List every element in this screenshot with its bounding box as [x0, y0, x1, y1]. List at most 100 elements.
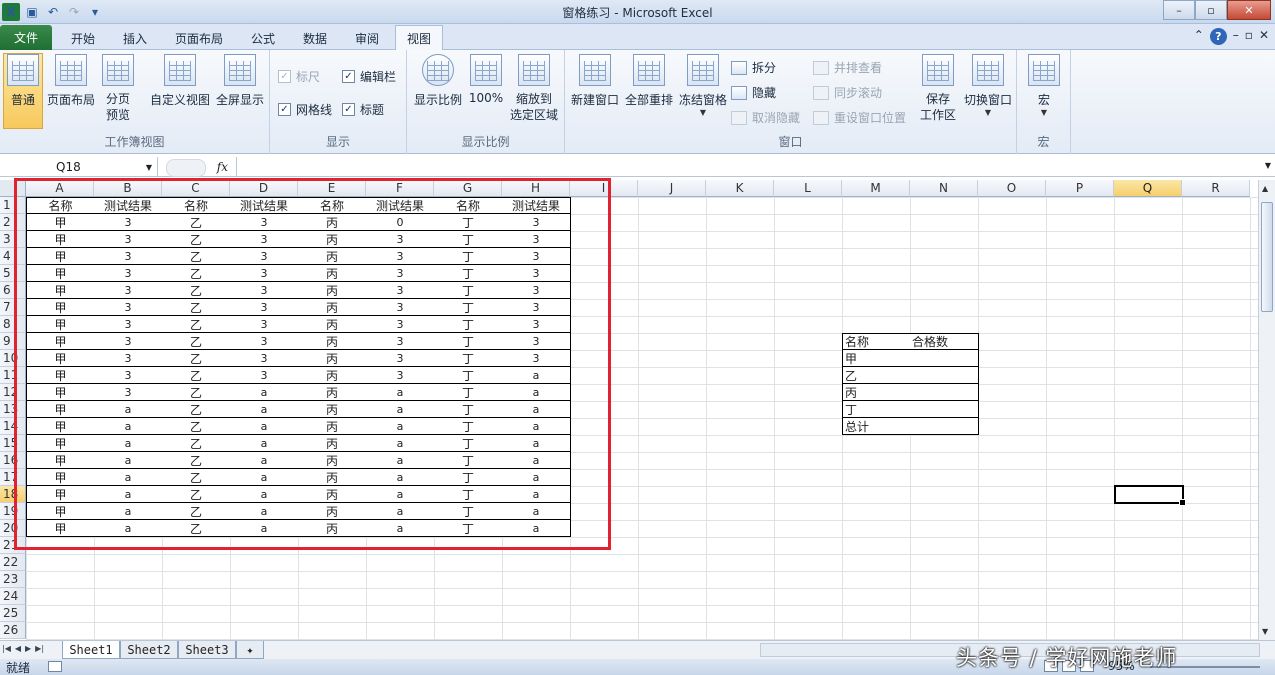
column-header-l[interactable]: L	[774, 180, 842, 197]
column-header-i[interactable]: I	[570, 180, 638, 197]
insert-function-icon[interactable]: fx	[166, 159, 232, 177]
cell-f13[interactable]: a	[366, 401, 435, 418]
expand-formula-bar-icon[interactable]: ▼	[1265, 161, 1271, 170]
tab-data[interactable]: 数据	[290, 27, 340, 50]
cell-b7[interactable]: 3	[94, 299, 163, 316]
last-sheet-icon[interactable]: ▶|	[35, 644, 44, 653]
cell-h14[interactable]: a	[502, 418, 571, 435]
cell-f1[interactable]: 测试结果	[366, 197, 435, 214]
cell-b6[interactable]: 3	[94, 282, 163, 299]
tab-insert[interactable]: 插入	[110, 27, 160, 50]
cell-f11[interactable]: 3	[366, 367, 435, 384]
cell-g11[interactable]: 丁	[434, 367, 503, 384]
cell-c5[interactable]: 乙	[162, 265, 231, 282]
cell-b18[interactable]: a	[94, 486, 163, 503]
minimize-ribbon-icon[interactable]: ⌃	[1194, 28, 1204, 45]
cell-c18[interactable]: 乙	[162, 486, 231, 503]
cell-b14[interactable]: a	[94, 418, 163, 435]
cell-f12[interactable]: a	[366, 384, 435, 401]
row-header-9[interactable]: 9	[0, 333, 26, 350]
page-layout-view-button[interactable]: 页面布局	[46, 54, 96, 108]
cell-a14[interactable]: 甲	[26, 418, 95, 435]
cell-f17[interactable]: a	[366, 469, 435, 486]
cell-g10[interactable]: 丁	[434, 350, 503, 367]
row-header-7[interactable]: 7	[0, 299, 26, 316]
close-button[interactable]: ✕	[1227, 0, 1271, 20]
cell-b20[interactable]: a	[94, 520, 163, 537]
column-header-d[interactable]: D	[230, 180, 298, 197]
cell-n11[interactable]	[910, 367, 979, 384]
cell-g7[interactable]: 丁	[434, 299, 503, 316]
cell-d9[interactable]: 3	[230, 333, 299, 350]
cell-d17[interactable]: a	[230, 469, 299, 486]
cell-b15[interactable]: a	[94, 435, 163, 452]
vertical-scroll-thumb[interactable]	[1261, 202, 1273, 312]
cell-f2[interactable]: 0	[366, 214, 435, 231]
cell-a4[interactable]: 甲	[26, 248, 95, 265]
cell-m14[interactable]: 总计	[842, 418, 911, 435]
cell-c9[interactable]: 乙	[162, 333, 231, 350]
vertical-scrollbar[interactable]: ▲ ▼	[1258, 180, 1275, 640]
cell-e11[interactable]: 丙	[298, 367, 367, 384]
hide-button[interactable]: 隐藏	[731, 84, 776, 101]
cell-c17[interactable]: 乙	[162, 469, 231, 486]
scroll-down-icon[interactable]: ▼	[1262, 627, 1268, 636]
cell-g15[interactable]: 丁	[434, 435, 503, 452]
cell-c3[interactable]: 乙	[162, 231, 231, 248]
row-header-2[interactable]: 2	[0, 214, 26, 231]
row-header-6[interactable]: 6	[0, 282, 26, 299]
cell-c13[interactable]: 乙	[162, 401, 231, 418]
zoom-to-selection-button[interactable]: 缩放到 选定区域	[507, 54, 561, 123]
cell-a11[interactable]: 甲	[26, 367, 95, 384]
cell-d20[interactable]: a	[230, 520, 299, 537]
cell-d6[interactable]: 3	[230, 282, 299, 299]
row-header-23[interactable]: 23	[0, 571, 26, 588]
cell-e1[interactable]: 名称	[298, 197, 367, 214]
page-break-preview-button[interactable]: 分页 预览	[100, 54, 136, 123]
tab-review[interactable]: 审阅	[342, 27, 392, 50]
cell-g12[interactable]: 丁	[434, 384, 503, 401]
view-side-by-side-button[interactable]: 并排查看	[813, 59, 882, 76]
cell-g20[interactable]: 丁	[434, 520, 503, 537]
cell-b3[interactable]: 3	[94, 231, 163, 248]
tab-view[interactable]: 视图	[395, 25, 443, 51]
cell-a6[interactable]: 甲	[26, 282, 95, 299]
doc-restore-icon[interactable]: ▫	[1245, 28, 1253, 45]
formula-bar-checkbox[interactable]: ✓ 编辑栏	[342, 68, 396, 85]
cell-d18[interactable]: a	[230, 486, 299, 503]
ruler-checkbox[interactable]: ✓ 标尺	[278, 68, 320, 85]
cell-e8[interactable]: 丙	[298, 316, 367, 333]
arrange-all-button[interactable]: 全部重排	[623, 54, 675, 108]
cell-h20[interactable]: a	[502, 520, 571, 537]
cell-n14[interactable]	[910, 418, 979, 435]
cell-e19[interactable]: 丙	[298, 503, 367, 520]
cell-e18[interactable]: 丙	[298, 486, 367, 503]
cell-f4[interactable]: 3	[366, 248, 435, 265]
cell-a17[interactable]: 甲	[26, 469, 95, 486]
column-header-p[interactable]: P	[1046, 180, 1114, 197]
tab-file[interactable]: 文件	[0, 25, 52, 50]
unhide-button[interactable]: 取消隐藏	[731, 109, 800, 126]
cell-h12[interactable]: a	[502, 384, 571, 401]
cell-e3[interactable]: 丙	[298, 231, 367, 248]
split-button[interactable]: 拆分	[731, 59, 776, 76]
cell-c15[interactable]: 乙	[162, 435, 231, 452]
cell-d4[interactable]: 3	[230, 248, 299, 265]
cell-d15[interactable]: a	[230, 435, 299, 452]
cell-d8[interactable]: 3	[230, 316, 299, 333]
cell-h1[interactable]: 测试结果	[502, 197, 571, 214]
cell-a9[interactable]: 甲	[26, 333, 95, 350]
row-header-15[interactable]: 15	[0, 435, 26, 452]
switch-windows-button[interactable]: 切换窗口 ▼	[961, 54, 1015, 117]
row-header-5[interactable]: 5	[0, 265, 26, 282]
cell-h19[interactable]: a	[502, 503, 571, 520]
help-icon[interactable]: ?	[1209, 28, 1227, 45]
cell-d14[interactable]: a	[230, 418, 299, 435]
row-header-4[interactable]: 4	[0, 248, 26, 265]
cell-a18[interactable]: 甲	[26, 486, 95, 503]
row-header-8[interactable]: 8	[0, 316, 26, 333]
active-cell-q18[interactable]	[1114, 485, 1186, 506]
column-header-r[interactable]: R	[1182, 180, 1250, 197]
name-box-dropdown-icon[interactable]: ▼	[146, 163, 152, 172]
cell-e16[interactable]: 丙	[298, 452, 367, 469]
